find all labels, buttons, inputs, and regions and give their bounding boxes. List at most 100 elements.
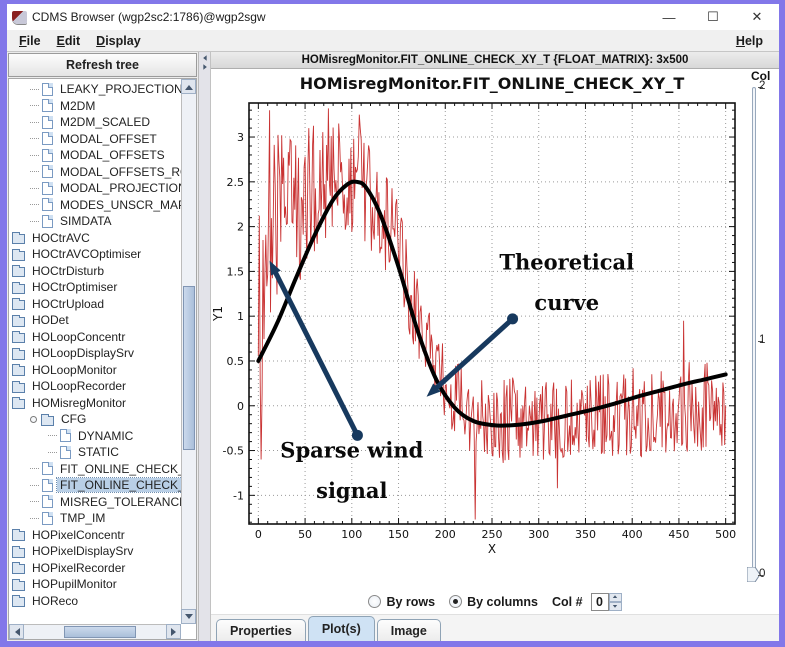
tree-item-hopupilmonitor[interactable]: HOPupilMonitor xyxy=(9,576,181,593)
tree-item-m2dm[interactable]: M2DM xyxy=(9,98,181,115)
col-number-spinner[interactable]: 0 xyxy=(590,592,622,611)
col-slider-track[interactable] xyxy=(752,87,756,575)
tree-item-modal-offsets[interactable]: MODAL_OFFSETS xyxy=(9,147,181,164)
tree-item-label: HOCtrAVC xyxy=(32,230,90,245)
document-icon xyxy=(42,115,53,129)
menu-help[interactable]: Help xyxy=(728,32,771,50)
radio-unchecked-icon xyxy=(368,595,382,608)
svg-text:200: 200 xyxy=(435,528,456,541)
tree-item-label: HOReco xyxy=(32,593,79,608)
scroll-right-icon[interactable] xyxy=(166,624,181,639)
col-slider[interactable]: Col 210 xyxy=(745,69,779,589)
refresh-tree-button[interactable]: Refresh tree xyxy=(8,53,197,77)
svg-text:500: 500 xyxy=(715,528,736,541)
menu-file[interactable]: File xyxy=(11,32,49,50)
svg-text:2.5: 2.5 xyxy=(227,176,245,189)
plot-canvas: 0 50 100 150 200 250 300 350 400 450 500 -1 -0.5 0 0.5… xyxy=(211,69,745,589)
tree-item-hoctrupload[interactable]: HOCtrUpload xyxy=(9,296,181,313)
tree-item-holoopdisplaysrv[interactable]: HOLoopDisplaySrv xyxy=(9,345,181,362)
tree-horizontal-scrollbar[interactable] xyxy=(9,624,181,639)
tree-item-leaky-projection[interactable]: LEAKY_PROJECTION xyxy=(9,81,181,98)
tree-item-misreg-tolerances[interactable]: MISREG_TOLERANCES xyxy=(9,494,181,511)
tree-item-label: HOPixelConcentr xyxy=(32,527,125,542)
tree-item-hoctravc[interactable]: HOCtrAVC xyxy=(9,230,181,247)
minimize-button[interactable]: — xyxy=(647,4,691,30)
horizontal-scroll-thumb[interactable] xyxy=(64,626,137,638)
tree-item-hoctravcoptimiser[interactable]: HOCtrAVCOptimiser xyxy=(9,246,181,263)
tree-item-homisregmonitor[interactable]: HOMisregMonitor xyxy=(9,395,181,412)
svg-text:curve: curve xyxy=(534,290,599,315)
tree-item-label: CFG xyxy=(61,412,87,427)
tree-item-hopixeldisplaysrv[interactable]: HOPixelDisplaySrv xyxy=(9,543,181,560)
spinner-down-icon[interactable] xyxy=(608,601,622,611)
tree-connector xyxy=(30,468,39,470)
maximize-button[interactable]: ☐ xyxy=(691,4,735,30)
document-icon xyxy=(42,99,53,113)
tree-item-holooprecorder[interactable]: HOLoopRecorder xyxy=(9,378,181,395)
config-tree: LEAKY_PROJECTION M2DM M2DM_SCALED MODAL_OFF… xyxy=(9,79,181,624)
by-rows-radio[interactable]: By rows xyxy=(368,595,435,609)
tree-item-modes-unscr-map[interactable]: MODES_UNSCR_MAP xyxy=(9,197,181,214)
tree-connector xyxy=(30,517,39,519)
tree-item-label: HOCtrAVCOptimiser xyxy=(32,247,142,262)
tree-item-simdata[interactable]: SIMDATA xyxy=(9,213,181,230)
scroll-left-icon[interactable] xyxy=(9,624,24,639)
tree-item-label: HOPixelDisplaySrv xyxy=(32,544,134,559)
svg-text:0: 0 xyxy=(255,528,262,541)
tree-item-holoopmonitor[interactable]: HOLoopMonitor xyxy=(9,362,181,379)
document-icon xyxy=(42,478,53,492)
tree-item-cfg[interactable]: CFG xyxy=(9,411,181,428)
tree-item-modal-projection[interactable]: MODAL_PROJECTION xyxy=(9,180,181,197)
spinner-up-icon[interactable] xyxy=(608,592,622,602)
scroll-up-icon[interactable] xyxy=(181,79,196,94)
folder-icon xyxy=(12,364,25,377)
tree-item-label: HOMisregMonitor xyxy=(32,395,127,410)
title-bar: CDMS Browser (wgp2sc2:1786)@wgp2sgw — ☐ … xyxy=(7,4,779,30)
tree-item-static[interactable]: STATIC xyxy=(9,444,181,461)
expand-right-icon[interactable] xyxy=(202,64,209,70)
tree-item-hopixelrecorder[interactable]: HOPixelRecorder xyxy=(9,560,181,577)
tree-connector xyxy=(30,171,39,173)
tree-item-label: FIT_ONLINE_CHECK_XY_ xyxy=(60,461,181,476)
vertical-scroll-thumb[interactable] xyxy=(183,286,195,450)
tree-viewport: LEAKY_PROJECTION M2DM M2DM_SCALED MODAL_OFF… xyxy=(8,78,197,640)
tree-expand-handle-icon[interactable] xyxy=(30,415,37,423)
tree-item-tmp-im[interactable]: TMP_IM xyxy=(9,510,181,527)
scroll-down-icon[interactable] xyxy=(181,609,196,624)
tree-item-dynamic[interactable]: DYNAMIC xyxy=(9,428,181,445)
tree-item-fit-online-check-xy-t[interactable]: FIT_ONLINE_CHECK_XY_T xyxy=(9,477,181,494)
tree-item-fit-online-check-xy-[interactable]: FIT_ONLINE_CHECK_XY_ xyxy=(9,461,181,478)
tree-item-hopixelconcentr[interactable]: HOPixelConcentr xyxy=(9,527,181,544)
panel-splitter[interactable] xyxy=(199,52,211,641)
tree-item-label: HOLoopConcentr xyxy=(32,329,126,344)
close-button[interactable]: ✕ xyxy=(735,4,779,30)
tree-item-m2dm-scaled[interactable]: M2DM_SCALED xyxy=(9,114,181,131)
menu-display[interactable]: Display xyxy=(88,32,148,50)
tree-connector xyxy=(48,435,57,437)
window-body: CDMS Browser (wgp2sc2:1786)@wgp2sgw — ☐ … xyxy=(7,4,779,641)
menu-edit[interactable]: Edit xyxy=(49,32,89,50)
tree-vertical-scrollbar[interactable] xyxy=(181,79,196,624)
tab-image[interactable]: Image xyxy=(376,619,441,641)
tree-item-hoctroptimiser[interactable]: HOCtrOptimiser xyxy=(9,279,181,296)
tab-plots[interactable]: Plot(s) xyxy=(307,616,375,641)
tree-item-modal-offset[interactable]: MODAL_OFFSET xyxy=(9,131,181,148)
plot-controls: By rows By columns Col # 0 xyxy=(211,589,779,614)
collapse-left-icon[interactable] xyxy=(200,55,207,61)
folder-icon xyxy=(12,331,25,344)
tree-connector xyxy=(30,121,39,123)
tab-properties[interactable]: Properties xyxy=(216,619,306,641)
by-columns-radio[interactable]: By columns xyxy=(449,595,538,609)
tree-connector xyxy=(30,154,39,156)
tree-item-hodet[interactable]: HODet xyxy=(9,312,181,329)
folder-icon xyxy=(12,232,25,245)
tree-item-horeco[interactable]: HOReco xyxy=(9,593,181,610)
svg-text:400: 400 xyxy=(622,528,643,541)
svg-text:1: 1 xyxy=(237,310,244,323)
col-number-label: Col # xyxy=(551,594,583,609)
tree-item-holoopconcentr[interactable]: HOLoopConcentr xyxy=(9,329,181,346)
tree-item-modal-offsets-rota[interactable]: MODAL_OFFSETS_ROTA xyxy=(9,164,181,181)
col-number-value: 0 xyxy=(590,592,609,611)
selection-header: HOMisregMonitor.FIT_ONLINE_CHECK_XY_T {F… xyxy=(211,52,779,69)
tree-item-hoctrdisturb[interactable]: HOCtrDisturb xyxy=(9,263,181,280)
